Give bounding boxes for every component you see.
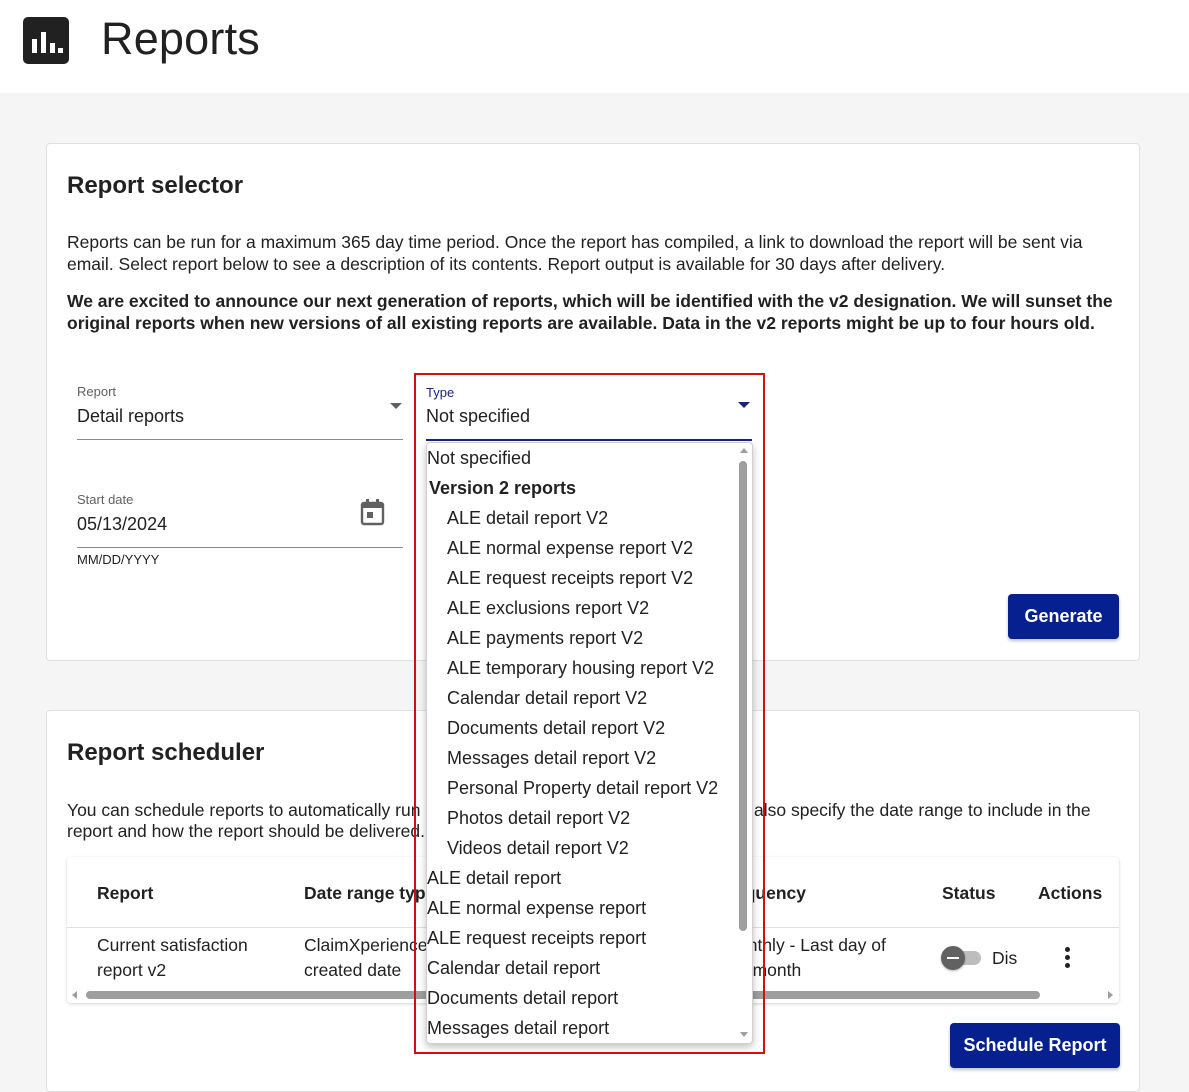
type-field-label: Type [426, 385, 455, 400]
dropdown-option[interactable]: Messages detail report [427, 1013, 609, 1043]
report-scheduler-title: Report scheduler [67, 739, 265, 766]
type-field-value: Not specified [426, 406, 531, 426]
dropdown-option[interactable]: ALE normal expense report [427, 893, 646, 923]
report-selector-description: Reports can be run for a maximum 365 day… [67, 232, 1083, 274]
dropdown-scrollbar-thumb[interactable] [739, 461, 747, 931]
start-date-value: 05/13/2024 [77, 514, 168, 534]
dropdown-option[interactable]: ALE detail report V2 [447, 503, 608, 533]
chevron-down-icon [738, 402, 750, 408]
dropdown-option[interactable]: Videos detail report V2 [447, 833, 629, 863]
dropdown-option[interactable]: ALE request receipts report [427, 923, 646, 953]
scroll-up-icon[interactable] [740, 448, 748, 453]
start-date-underline [77, 547, 403, 548]
report-select[interactable]: Report Detail reports [77, 379, 403, 441]
dropdown-option[interactable]: Photos detail report V2 [447, 803, 630, 833]
scheduler-description-line2: report and how the report should be deli… [67, 821, 426, 841]
row-frequency-line1: onthly - Last day of [738, 935, 886, 955]
dropdown-option[interactable]: ALE payments report V2 [447, 623, 643, 653]
dropdown-scrollbar[interactable] [736, 443, 752, 1043]
scroll-right-icon[interactable] [1108, 991, 1113, 999]
row-date-range-line2: created date [304, 960, 402, 980]
row-status-label: Dis [992, 948, 1018, 968]
column-header-status: Status [942, 883, 996, 903]
dropdown-option[interactable]: Calendar detail report V2 [447, 683, 647, 713]
type-dropdown-list[interactable]: Not specified Version 2 reports ALE detail… [426, 442, 753, 1044]
column-header-actions: Actions [1038, 883, 1103, 903]
row-report-line1: Current satisfaction [97, 935, 248, 955]
start-date-helper: MM/DD/YYYY [77, 552, 160, 567]
report-field-label: Report [77, 384, 117, 399]
dropdown-option[interactable]: ALE exclusions report V2 [447, 593, 649, 623]
column-header-date-range: Date range type [304, 883, 436, 903]
scheduler-description-line1: You can schedule reports to automaticall… [67, 800, 421, 820]
bar-chart-icon [23, 17, 69, 64]
type-field-underline [426, 439, 752, 441]
scroll-down-icon[interactable] [740, 1032, 748, 1037]
report-selector-title: Report selector [67, 172, 244, 199]
scheduler-description-right: also specify the date range to include i… [754, 800, 1091, 820]
dropdown-option[interactable]: Documents detail report [427, 983, 618, 1013]
dropdown-option[interactable]: ALE request receipts report V2 [447, 563, 693, 593]
report-field-value: Detail reports [77, 406, 185, 426]
dropdown-option[interactable]: Not specified [427, 443, 531, 473]
dropdown-option[interactable]: Messages detail report V2 [447, 743, 656, 773]
dropdown-option[interactable]: Calendar detail report [427, 953, 600, 983]
top-bar: Reports [0, 0, 1189, 93]
dropdown-option[interactable]: Personal Property detail report V2 [447, 773, 718, 803]
dropdown-option[interactable]: ALE detail report [427, 863, 561, 893]
dropdown-option[interactable]: ALE normal expense report V2 [447, 533, 693, 563]
toggle-thumb [941, 946, 965, 970]
type-select[interactable]: Type Not specified [426, 379, 752, 441]
dropdown-group-label: Version 2 reports [429, 478, 577, 498]
start-date-field[interactable]: Start date 05/13/2024 MM/DD/YYYY [77, 489, 403, 569]
report-field-underline [77, 439, 403, 440]
calendar-icon[interactable] [360, 499, 385, 526]
v2-announcement: We are excited to announce our next gene… [67, 291, 1113, 333]
generate-button[interactable]: Generate [1008, 594, 1119, 639]
start-date-label: Start date [77, 492, 134, 507]
schedule-report-button[interactable]: Schedule Report [950, 1023, 1120, 1068]
dropdown-option[interactable]: ALE temporary housing report V2 [447, 653, 714, 683]
status-toggle[interactable] [941, 945, 987, 971]
row-date-range-line1: ClaimXperience [304, 935, 428, 955]
column-header-report: Report [97, 883, 154, 903]
dropdown-option[interactable]: Documents detail report V2 [447, 713, 665, 743]
scroll-left-icon[interactable] [72, 991, 77, 999]
row-report-line2: report v2 [97, 960, 167, 980]
chevron-down-icon [390, 403, 402, 409]
page-title: Reports [101, 13, 260, 64]
